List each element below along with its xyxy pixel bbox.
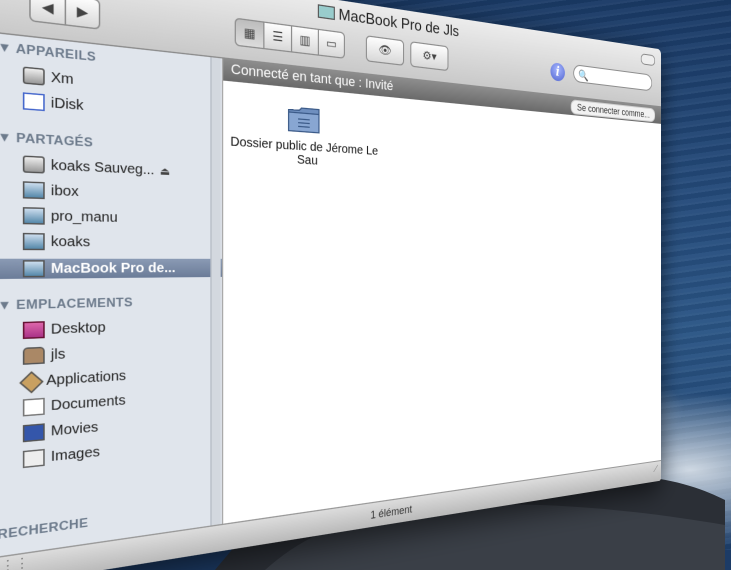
sidebar-item-ibox[interactable]: ibox	[23, 180, 79, 202]
coverflow-view-button[interactable]: ▭	[319, 29, 345, 59]
view-mode-buttons: ▦ ☰ ▥ ▭	[235, 18, 345, 57]
sidebar-item-label: ibox	[51, 183, 79, 199]
status-text: 1 élément	[370, 503, 412, 521]
resize-grip-icon[interactable]: ⟋	[653, 458, 658, 478]
sidebar-item-idisk[interactable]: iDisk	[23, 91, 84, 116]
network-computer-icon	[23, 181, 45, 199]
sidebar-item-images[interactable]: Images	[23, 442, 100, 469]
sidebar-item-label: Xm	[51, 70, 74, 88]
sidebar-item-label: pro_manu	[51, 209, 118, 226]
action-button[interactable]: ⚙▾	[410, 41, 448, 71]
sidebar: ▼ APPAREILS Xm iDisk ▼ PARTAGÉS koaks Sa…	[0, 33, 223, 559]
window-title-text: MacBook Pro de Jls	[338, 5, 459, 40]
column-view-button[interactable]: ▥	[292, 25, 319, 56]
sidebar-item-home[interactable]: jls	[23, 344, 65, 366]
sidebar-resize-icon[interactable]: ⋮⋮	[1, 548, 30, 570]
column-view-icon: ▥	[300, 33, 311, 48]
eject-icon[interactable]: ⏏	[160, 165, 170, 177]
sidebar-item-label: Applications	[46, 368, 126, 388]
forward-button[interactable]: ▶	[66, 0, 100, 30]
gear-icon: ⚙▾	[423, 49, 437, 63]
eye-icon: 👁	[378, 43, 391, 58]
documents-icon	[23, 398, 45, 417]
hard-disk-icon	[23, 66, 45, 85]
sidebar-section-places[interactable]: ▼ EMPLACEMENTS	[0, 295, 133, 312]
sidebar-item-applications[interactable]: Applications	[23, 366, 126, 392]
sidebar-scrollbar[interactable]	[210, 57, 220, 527]
info-glyph: i	[556, 64, 560, 79]
network-computer-icon	[23, 207, 45, 225]
sidebar-section-shared[interactable]: ▼ PARTAGÉS	[0, 129, 93, 149]
sidebar-item-koaks-sauveg[interactable]: koaks Sauveg... ⏏	[23, 154, 170, 180]
toolbar-toggle-button[interactable]	[641, 53, 655, 66]
back-arrow-icon: ◀	[42, 0, 54, 16]
laptop-icon	[23, 260, 45, 277]
network-computer-icon	[23, 233, 45, 250]
back-button[interactable]: ◀	[29, 0, 66, 26]
sidebar-item-label: iDisk	[51, 95, 84, 113]
applications-icon	[19, 370, 43, 392]
sidebar-item-macbook-pro[interactable]: MacBook Pro de...	[0, 259, 222, 279]
search-icon: 🔍	[578, 67, 588, 86]
network-disk-icon	[23, 155, 45, 173]
sidebar-item-documents[interactable]: Documents	[23, 391, 126, 418]
search-input[interactable]: 🔍	[573, 64, 652, 91]
images-icon	[23, 449, 45, 468]
sidebar-section-search[interactable]: RECHERCHE	[0, 516, 88, 542]
sidebar-item-label: jls	[51, 347, 65, 363]
sidebar-item-label: Images	[51, 444, 100, 464]
sidebar-item-xm[interactable]: Xm	[23, 65, 74, 89]
sidebar-item-label: koaks Sauveg...	[51, 158, 154, 178]
sidebar-item-label: Documents	[51, 393, 126, 414]
file-item-label: Dossier public de Jérome Le Sau	[228, 135, 380, 171]
home-icon	[23, 347, 45, 365]
sidebar-item-label: Movies	[51, 420, 98, 439]
list-view-icon: ☰	[272, 30, 283, 45]
sidebar-item-label: Desktop	[51, 320, 106, 337]
sidebar-item-pro-manu[interactable]: pro_manu	[23, 206, 118, 228]
computer-icon	[318, 4, 335, 20]
sidebar-item-desktop[interactable]: Desktop	[23, 318, 106, 341]
shared-folder-icon	[287, 104, 320, 134]
idisk-icon	[23, 92, 45, 111]
sidebar-item-label: koaks	[51, 234, 90, 250]
sidebar-item-koaks[interactable]: koaks	[23, 231, 90, 251]
back-forward-buttons: ◀ ▶	[29, 0, 100, 27]
icon-view-button[interactable]: ▦	[235, 18, 265, 50]
icon-view-icon: ▦	[244, 26, 256, 41]
forward-arrow-icon: ▶	[77, 4, 88, 21]
quick-look-button[interactable]: 👁	[366, 35, 404, 66]
sidebar-item-label: MacBook Pro de...	[51, 261, 176, 277]
info-icon[interactable]: i	[550, 62, 564, 82]
sidebar-item-movies[interactable]: Movies	[23, 418, 98, 444]
desktop-icon	[23, 321, 45, 339]
sidebar-section-devices[interactable]: ▼ APPAREILS	[0, 39, 96, 64]
coverflow-view-icon: ▭	[326, 37, 337, 52]
finder-window[interactable]: MacBook Pro de Jls ◀ ▶ ▦ ☰ ▥ ▭ 👁 ⚙▾ i 🔍	[0, 0, 661, 570]
movies-icon	[23, 423, 45, 442]
list-view-button[interactable]: ☰	[264, 22, 292, 53]
file-area[interactable]: Dossier public de Jérome Le Sau	[223, 81, 661, 525]
